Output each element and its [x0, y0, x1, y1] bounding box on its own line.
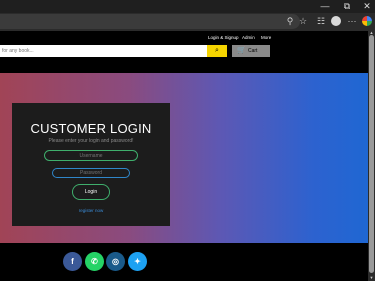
site-footer [0, 243, 368, 281]
copilot-icon[interactable] [362, 16, 372, 26]
facebook-icon[interactable]: f [63, 252, 82, 271]
close-icon[interactable]: ✕ [360, 1, 374, 12]
nav-admin[interactable]: Admin [242, 35, 255, 40]
instagram-icon[interactable]: ◎ [106, 252, 125, 271]
scrollbar-thumb[interactable] [369, 35, 374, 273]
nav-login-signup[interactable]: Login & Signup [208, 35, 239, 40]
browser-tab-bar: — ⧉ ✕ [0, 0, 375, 13]
address-bar[interactable] [0, 14, 300, 29]
login-title: CUSTOMER LOGIN [30, 121, 152, 136]
search-icon: ⌕ [215, 47, 219, 54]
favorite-icon[interactable]: ☆ [297, 15, 309, 27]
cart-label: Cart [248, 48, 258, 54]
login-subtitle: Please enter your login and password! [48, 138, 134, 144]
search-button[interactable]: ⌕ [207, 45, 227, 57]
username-field[interactable] [44, 150, 138, 161]
collections-icon[interactable]: ☷ [315, 15, 327, 27]
twitter-icon[interactable]: ✦ [128, 252, 147, 271]
maximize-icon[interactable]: ⧉ [340, 1, 354, 12]
profile-avatar[interactable] [331, 16, 341, 26]
register-link[interactable]: register now [12, 208, 170, 213]
scroll-up-icon[interactable]: ▲ [368, 31, 375, 35]
password-field[interactable] [52, 168, 130, 178]
zoom-icon[interactable]: ⚲ [284, 15, 296, 27]
whatsapp-icon[interactable]: ✆ [85, 252, 104, 271]
cart-button[interactable]: 🛒 Cart [232, 45, 270, 57]
cart-icon: 🛒 [237, 47, 246, 54]
login-button[interactable]: Login [72, 184, 110, 200]
scroll-down-icon[interactable]: ▼ [368, 275, 375, 280]
search-input[interactable] [0, 45, 207, 57]
minimize-icon[interactable]: — [318, 1, 332, 12]
nav-more[interactable]: More [261, 35, 271, 40]
more-icon[interactable]: ··· [346, 15, 358, 27]
